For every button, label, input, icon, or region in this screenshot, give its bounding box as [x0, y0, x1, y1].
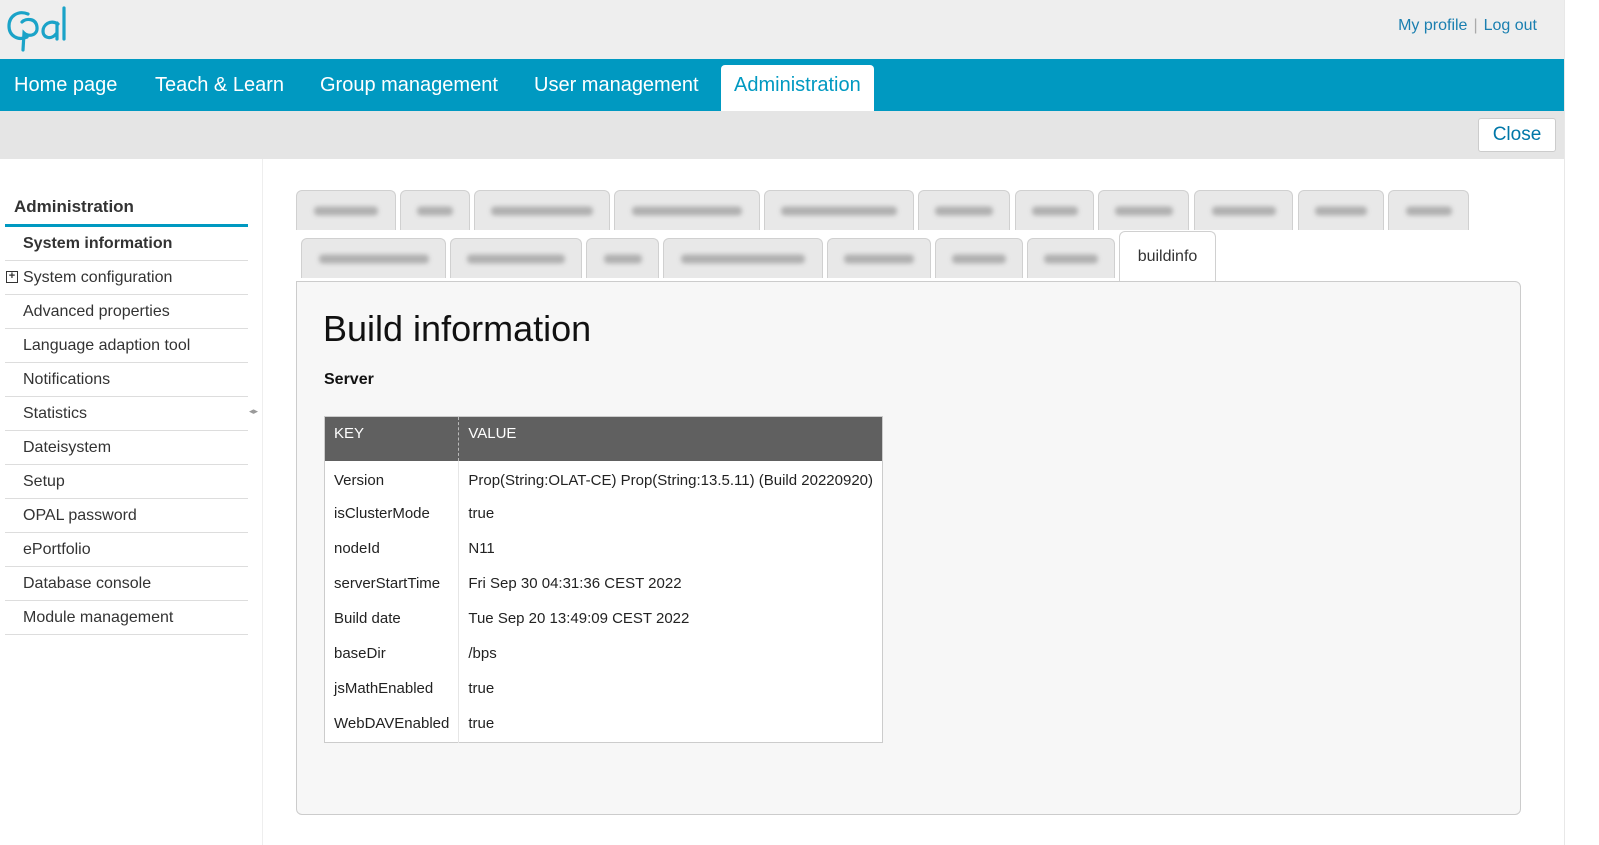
- nav-home-page[interactable]: Home page: [14, 59, 117, 111]
- sidebar-item-module-management[interactable]: Module management: [5, 601, 248, 635]
- opal-logo[interactable]: [6, 6, 102, 54]
- sidebar: Administration System information + Syste…: [5, 185, 248, 635]
- sidebar-item-dateisystem[interactable]: Dateisystem: [5, 431, 248, 465]
- tab-blurred[interactable]: [301, 238, 446, 278]
- sidebar-item-setup[interactable]: Setup: [5, 465, 248, 499]
- tab-blurred[interactable]: [1015, 190, 1094, 230]
- key-cell: WebDAVEnabled: [324, 705, 460, 743]
- key-cell: isClusterMode: [324, 495, 460, 531]
- tab-blurred[interactable]: [1298, 190, 1384, 230]
- sidebar-item-opal-password[interactable]: OPAL password: [5, 499, 248, 533]
- close-button[interactable]: Close: [1478, 118, 1556, 152]
- table-row: baseDir /bps: [324, 635, 883, 671]
- sidebar-item-label: OPAL password: [23, 507, 137, 524]
- tab-blurred[interactable]: [935, 238, 1023, 278]
- sidebar-item-label: Language adaption tool: [23, 337, 191, 354]
- sidebar-divider: [262, 159, 263, 845]
- tab-blurred[interactable]: [663, 238, 823, 278]
- value-cell: Prop(String:OLAT-CE) Prop(String:13.5.11…: [468, 471, 874, 489]
- sidebar-item-system-configuration[interactable]: + System configuration: [5, 261, 248, 295]
- value-cell: true: [468, 679, 495, 697]
- key-cell: nodeId: [324, 530, 460, 566]
- sidebar-item-database-console[interactable]: Database console: [5, 567, 248, 601]
- tab-blurred[interactable]: [614, 190, 760, 230]
- tab-blurred[interactable]: [474, 190, 610, 230]
- value-cell: N11: [468, 539, 495, 557]
- value-cell: true: [468, 715, 495, 733]
- page-title: Build information: [323, 308, 592, 349]
- key-cell: serverStartTime: [324, 565, 460, 601]
- tab-blurred[interactable]: [1194, 190, 1293, 230]
- value-cell: true: [468, 504, 495, 522]
- tab-buildinfo[interactable]: buildinfo: [1119, 231, 1216, 281]
- sidebar-item-system-information[interactable]: System information: [5, 227, 248, 261]
- sidebar-item-label: ePortfolio: [23, 541, 91, 558]
- table-row: nodeId N11: [324, 530, 883, 566]
- nav-user-management[interactable]: User management: [534, 59, 699, 111]
- sidebar-item-eportfolio[interactable]: ePortfolio: [5, 533, 248, 567]
- toolbar: Close: [0, 111, 1564, 159]
- table-row: jsMathEnabled true: [324, 670, 883, 706]
- value-cell: Fri Sep 30 04:31:36 CEST 2022: [468, 574, 682, 592]
- tab-blurred[interactable]: [296, 190, 396, 230]
- key-cell: Version: [324, 460, 460, 496]
- page-scrollbar[interactable]: [1564, 0, 1599, 845]
- content-panel: Build information Server KEY VALUE Versi…: [296, 281, 1521, 815]
- tab-blurred[interactable]: [1098, 190, 1189, 230]
- tab-blurred[interactable]: [827, 238, 931, 278]
- sidebar-item-notifications[interactable]: Notifications: [5, 363, 248, 397]
- table-row: Build date Tue Sep 20 13:49:09 CEST 2022: [324, 600, 883, 636]
- value-cell: Tue Sep 20 13:49:09 CEST 2022: [468, 609, 690, 627]
- sidebar-item-label: Module management: [23, 609, 174, 626]
- table-row: serverStartTime Fri Sep 30 04:31:36 CEST…: [324, 565, 883, 601]
- key-cell: Build date: [324, 600, 460, 636]
- expand-icon[interactable]: +: [6, 271, 18, 283]
- sidebar-item-label: Statistics: [23, 405, 88, 422]
- sidebar-item-label: Notifications: [23, 371, 111, 388]
- key-cell: baseDir: [324, 635, 460, 671]
- tab-blurred[interactable]: [400, 190, 470, 230]
- sidebar-item-advanced-properties[interactable]: Advanced properties: [5, 295, 248, 329]
- sidebar-item-label: Database console: [23, 575, 152, 592]
- user-links: My profile | Log out: [1398, 17, 1537, 35]
- sidebar-item-label: Advanced properties: [23, 303, 170, 320]
- tab-blurred[interactable]: [450, 238, 582, 278]
- table-row: WebDAVEnabled true: [324, 705, 883, 743]
- column-header-value[interactable]: VALUE: [458, 416, 883, 461]
- nav-administration[interactable]: Administration: [721, 65, 874, 111]
- tab-blurred[interactable]: [586, 238, 659, 278]
- sidebar-resize-handle-icon[interactable]: ◂▸: [249, 406, 258, 417]
- log-out-link[interactable]: Log out: [1484, 17, 1537, 34]
- tab-blurred[interactable]: [1388, 190, 1469, 230]
- tab-blurred[interactable]: [1027, 238, 1115, 278]
- build-info-table: KEY VALUE Version Prop(String:OLAT-CE) P…: [324, 416, 884, 743]
- sidebar-title: Administration: [5, 185, 248, 227]
- tab-blurred[interactable]: [918, 190, 1010, 230]
- key-cell: jsMathEnabled: [324, 670, 460, 706]
- link-separator: |: [1473, 17, 1478, 34]
- section-subtitle: Server: [324, 371, 374, 388]
- nav-group-management[interactable]: Group management: [320, 59, 498, 111]
- main-nav: Home page Teach & Learn Group management…: [0, 59, 1564, 111]
- tab-blurred[interactable]: [764, 190, 914, 230]
- sidebar-item-language-adaption-tool[interactable]: Language adaption tool: [5, 329, 248, 363]
- column-header-key[interactable]: KEY: [324, 416, 460, 461]
- sidebar-item-statistics[interactable]: Statistics: [5, 397, 248, 431]
- top-header: My profile | Log out: [0, 0, 1599, 59]
- value-cell: /bps: [468, 644, 497, 662]
- table-row: Version Prop(String:OLAT-CE) Prop(String…: [324, 460, 883, 496]
- nav-teach-learn[interactable]: Teach & Learn: [155, 59, 284, 111]
- my-profile-link[interactable]: My profile: [1398, 17, 1467, 34]
- sidebar-item-label: System configuration: [23, 269, 173, 286]
- table-header-row: KEY VALUE: [324, 416, 883, 461]
- sidebar-item-label: System information: [23, 235, 173, 252]
- sidebar-item-label: Setup: [23, 473, 65, 490]
- table-row: isClusterMode true: [324, 495, 883, 531]
- sidebar-item-label: Dateisystem: [23, 439, 112, 456]
